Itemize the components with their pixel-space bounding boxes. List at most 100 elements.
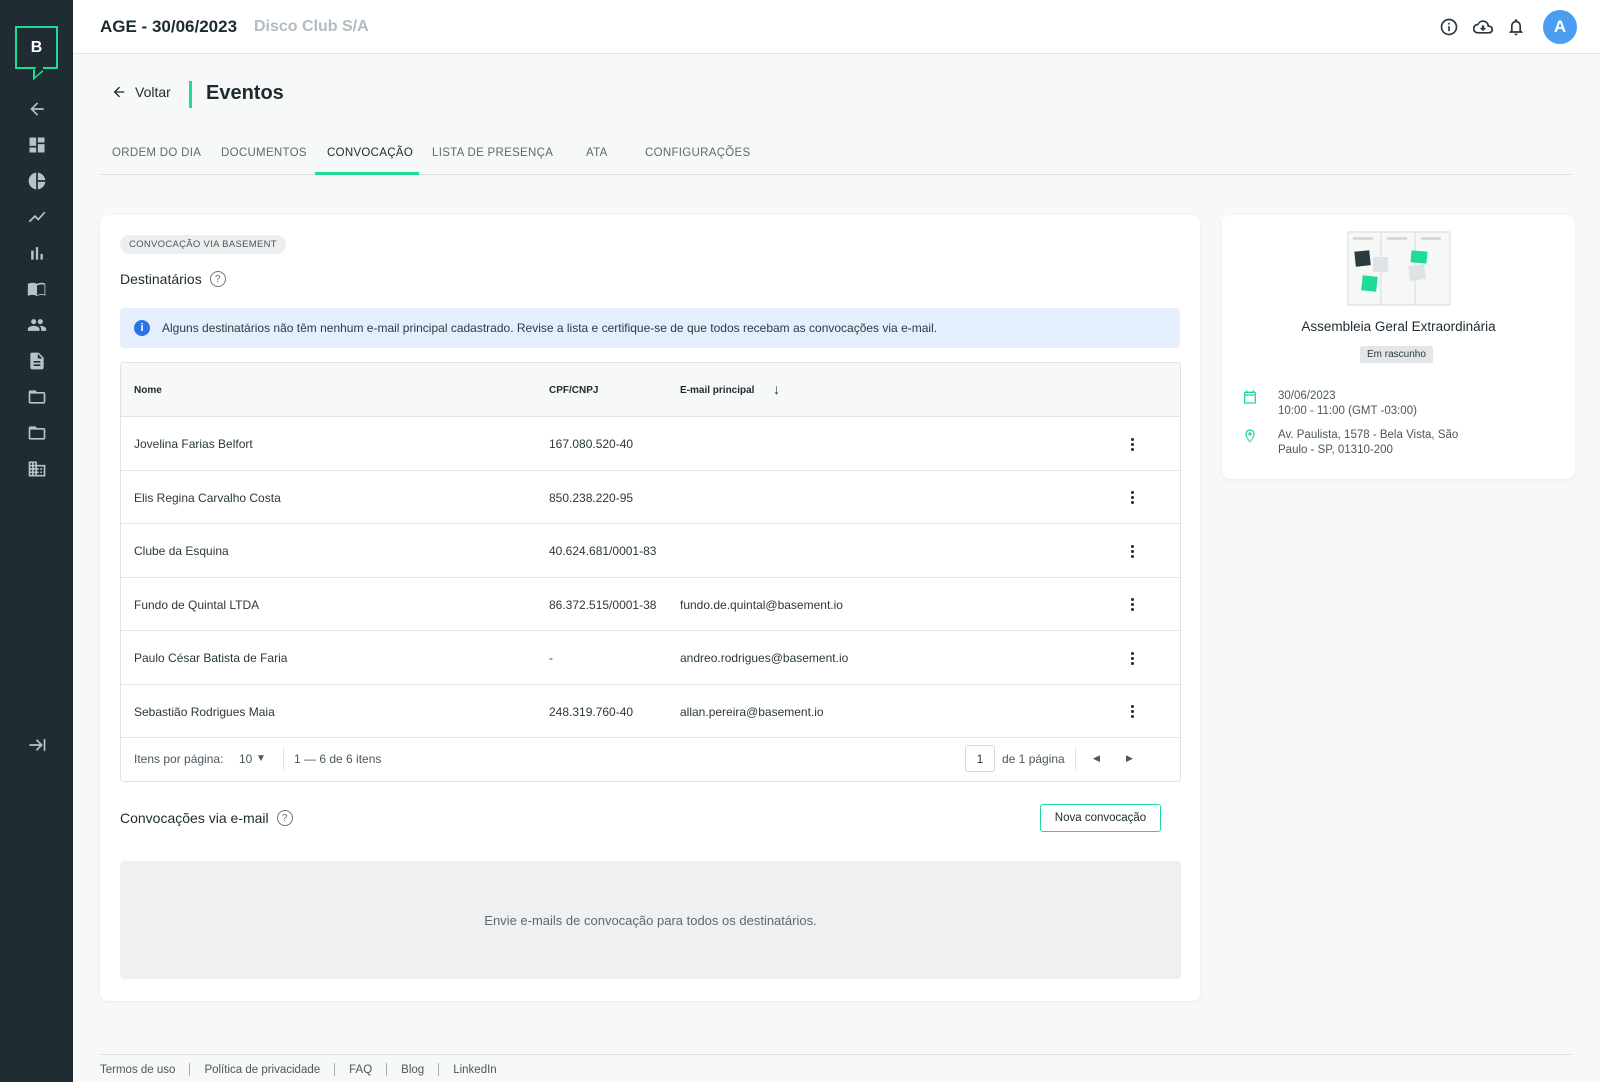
divider: [1075, 747, 1076, 771]
status-badge: Em rascunho: [1360, 346, 1433, 363]
column-header-name[interactable]: Nome: [134, 385, 162, 396]
more-options-icon[interactable]: [1124, 541, 1140, 561]
dashboard-icon[interactable]: [26, 134, 48, 156]
tab-configuracoes[interactable]: CONFIGURAÇÕES: [645, 147, 751, 159]
board-illustration: [1347, 231, 1451, 306]
more-options-icon[interactable]: [1124, 595, 1140, 615]
top-bar: AGE - 30/06/2023 Disco Club S/A A: [73, 0, 1600, 54]
table-row[interactable]: Sebastião Rodrigues Maia 248.319.760-40 …: [121, 685, 1180, 738]
chevron-down-icon[interactable]: ▼: [256, 753, 266, 764]
bar-chart-icon[interactable]: [26, 242, 48, 264]
items-range: 1 — 6 de 6 itens: [294, 752, 382, 766]
people-icon[interactable]: [26, 314, 48, 336]
more-options-icon[interactable]: [1124, 434, 1140, 454]
pie-chart-icon[interactable]: [26, 170, 48, 192]
footer-link-blog[interactable]: Blog: [401, 1064, 424, 1076]
event-time: 10:00 - 11:00 (GMT -03:00): [1278, 405, 1417, 417]
location-pin-icon: [1242, 428, 1258, 444]
recipients-table: Nome CPF/CNPJ E-mail principal ↓ Jovelin…: [120, 362, 1181, 782]
cell-email: fundo.de.quintal@basement.io: [680, 597, 843, 612]
meeting-title: AGE - 30/06/2023: [100, 17, 238, 36]
folder-icon[interactable]: [26, 386, 48, 408]
bell-icon[interactable]: [1506, 17, 1526, 37]
table-row[interactable]: Clube da Esquina 40.624.681/0001-83: [121, 524, 1180, 578]
expand-icon[interactable]: [26, 734, 48, 756]
cell-name: Sebastião Rodrigues Maia: [134, 704, 275, 719]
info-icon: i: [134, 320, 150, 336]
company-name: Disco Club S/A: [254, 18, 369, 35]
recipients-heading: Destinatários ?: [120, 271, 226, 287]
sort-down-icon[interactable]: ↓: [773, 381, 780, 397]
footer-separator: [438, 1063, 440, 1076]
cell-email: allan.pereira@basement.io: [680, 704, 824, 719]
back-button[interactable]: Voltar: [111, 84, 171, 100]
column-header-email[interactable]: E-mail principal: [680, 385, 754, 396]
cell-doc: -: [549, 651, 553, 665]
active-tab-indicator: [315, 172, 419, 175]
book-icon[interactable]: [26, 278, 48, 300]
document-icon[interactable]: [26, 350, 48, 372]
items-per-page-label: Itens por página:: [134, 752, 224, 766]
page-title: Eventos: [206, 82, 284, 104]
cell-name: Elis Regina Carvalho Costa: [134, 490, 281, 505]
event-name: Assembleia Geral Extraordinária: [1301, 319, 1496, 334]
table-row[interactable]: Jovelina Farias Belfort 167.080.520-40: [121, 417, 1180, 471]
footer-divider: [100, 1054, 1573, 1055]
footer-separator: [386, 1063, 388, 1076]
cell-name: Fundo de Quintal LTDA: [134, 597, 260, 612]
table-row[interactable]: Fundo de Quintal LTDA 86.372.515/0001-38…: [121, 578, 1180, 631]
more-options-icon[interactable]: [1124, 648, 1140, 668]
cell-email: andreo.rodrigues@basement.io: [680, 651, 849, 665]
arrow-left-icon: [113, 86, 125, 98]
alert-text: Alguns destinatários não têm nenhum e-ma…: [162, 321, 938, 335]
footer-link-terms[interactable]: Termos de uso: [100, 1064, 175, 1076]
cell-name: Clube da Esquina: [134, 544, 229, 558]
empty-state-text: Envie e-mails de convocação para todos o…: [484, 912, 817, 928]
help-icon[interactable]: ?: [209, 271, 226, 287]
items-per-page-select[interactable]: 10: [239, 752, 252, 766]
page-count: de 1 página: [1002, 752, 1065, 766]
cell-doc: 86.372.515/0001-38: [549, 597, 657, 612]
event-address: Av. Paulista, 1578 - Bela Vista, São Pau…: [1278, 428, 1458, 458]
tab-documentos[interactable]: DOCUMENTOS: [221, 147, 307, 159]
cell-doc: 167.080.520-40: [549, 437, 634, 451]
back-arrow-icon[interactable]: [26, 98, 48, 120]
footer-link-faq[interactable]: FAQ: [349, 1064, 372, 1076]
cell-doc: 40.624.681/0001-83: [549, 544, 657, 558]
footer-link-privacy[interactable]: Política de privacidade: [204, 1064, 320, 1076]
event-date: 30/06/2023: [1278, 390, 1336, 402]
table-row[interactable]: Elis Regina Carvalho Costa 850.238.220-9…: [121, 471, 1180, 524]
trending-icon[interactable]: [26, 206, 48, 228]
tab-lista-de-presenca[interactable]: LISTA DE PRESENÇA: [432, 147, 553, 159]
help-icon[interactable]: ?: [276, 810, 293, 826]
info-icon[interactable]: [1439, 17, 1459, 37]
cell-name: Jovelina Farias Belfort: [134, 437, 253, 451]
tab-ata[interactable]: ATA: [586, 147, 608, 159]
more-options-icon[interactable]: [1124, 488, 1140, 508]
building-icon[interactable]: [26, 458, 48, 480]
event-address-line2: Paulo - SP, 01310-200: [1278, 444, 1393, 456]
logo[interactable]: B: [15, 26, 58, 69]
convocation-card: CONVOCAÇÃO VIA BASEMENT Destinatários ? …: [100, 215, 1200, 1001]
prev-page-icon[interactable]: ◀: [1093, 753, 1100, 764]
table-row[interactable]: Paulo César Batista de Faria - andreo.ro…: [121, 631, 1180, 685]
email-convocations-heading: Convocações via e-mail ?: [120, 810, 293, 826]
footer-separator: [189, 1063, 191, 1076]
column-header-doc[interactable]: CPF/CNPJ: [549, 385, 598, 396]
calendar-icon: [1242, 389, 1258, 405]
divider: [283, 747, 284, 771]
cloud-download-icon[interactable]: [1472, 17, 1494, 37]
event-address-line1: Av. Paulista, 1578 - Bela Vista, São: [1278, 429, 1459, 441]
more-options-icon[interactable]: [1124, 702, 1140, 722]
new-convocation-button[interactable]: Nova convocação: [1040, 804, 1161, 832]
avatar[interactable]: A: [1543, 10, 1577, 44]
page-input[interactable]: 1: [965, 745, 995, 772]
back-label: Voltar: [135, 84, 171, 100]
tab-ordem-do-dia[interactable]: ORDEM DO DIA: [112, 147, 201, 159]
tab-convocacao[interactable]: CONVOCAÇÃO: [327, 147, 413, 159]
folder-outline-icon[interactable]: [26, 422, 48, 444]
tab-bar: ORDEM DO DIA DOCUMENTOS CONVOCAÇÃO LISTA…: [100, 131, 1573, 175]
event-summary-card: Assembleia Geral Extraordinária Em rascu…: [1222, 215, 1575, 479]
footer-link-linkedin[interactable]: LinkedIn: [453, 1064, 496, 1076]
next-page-icon[interactable]: ▶: [1126, 753, 1133, 764]
